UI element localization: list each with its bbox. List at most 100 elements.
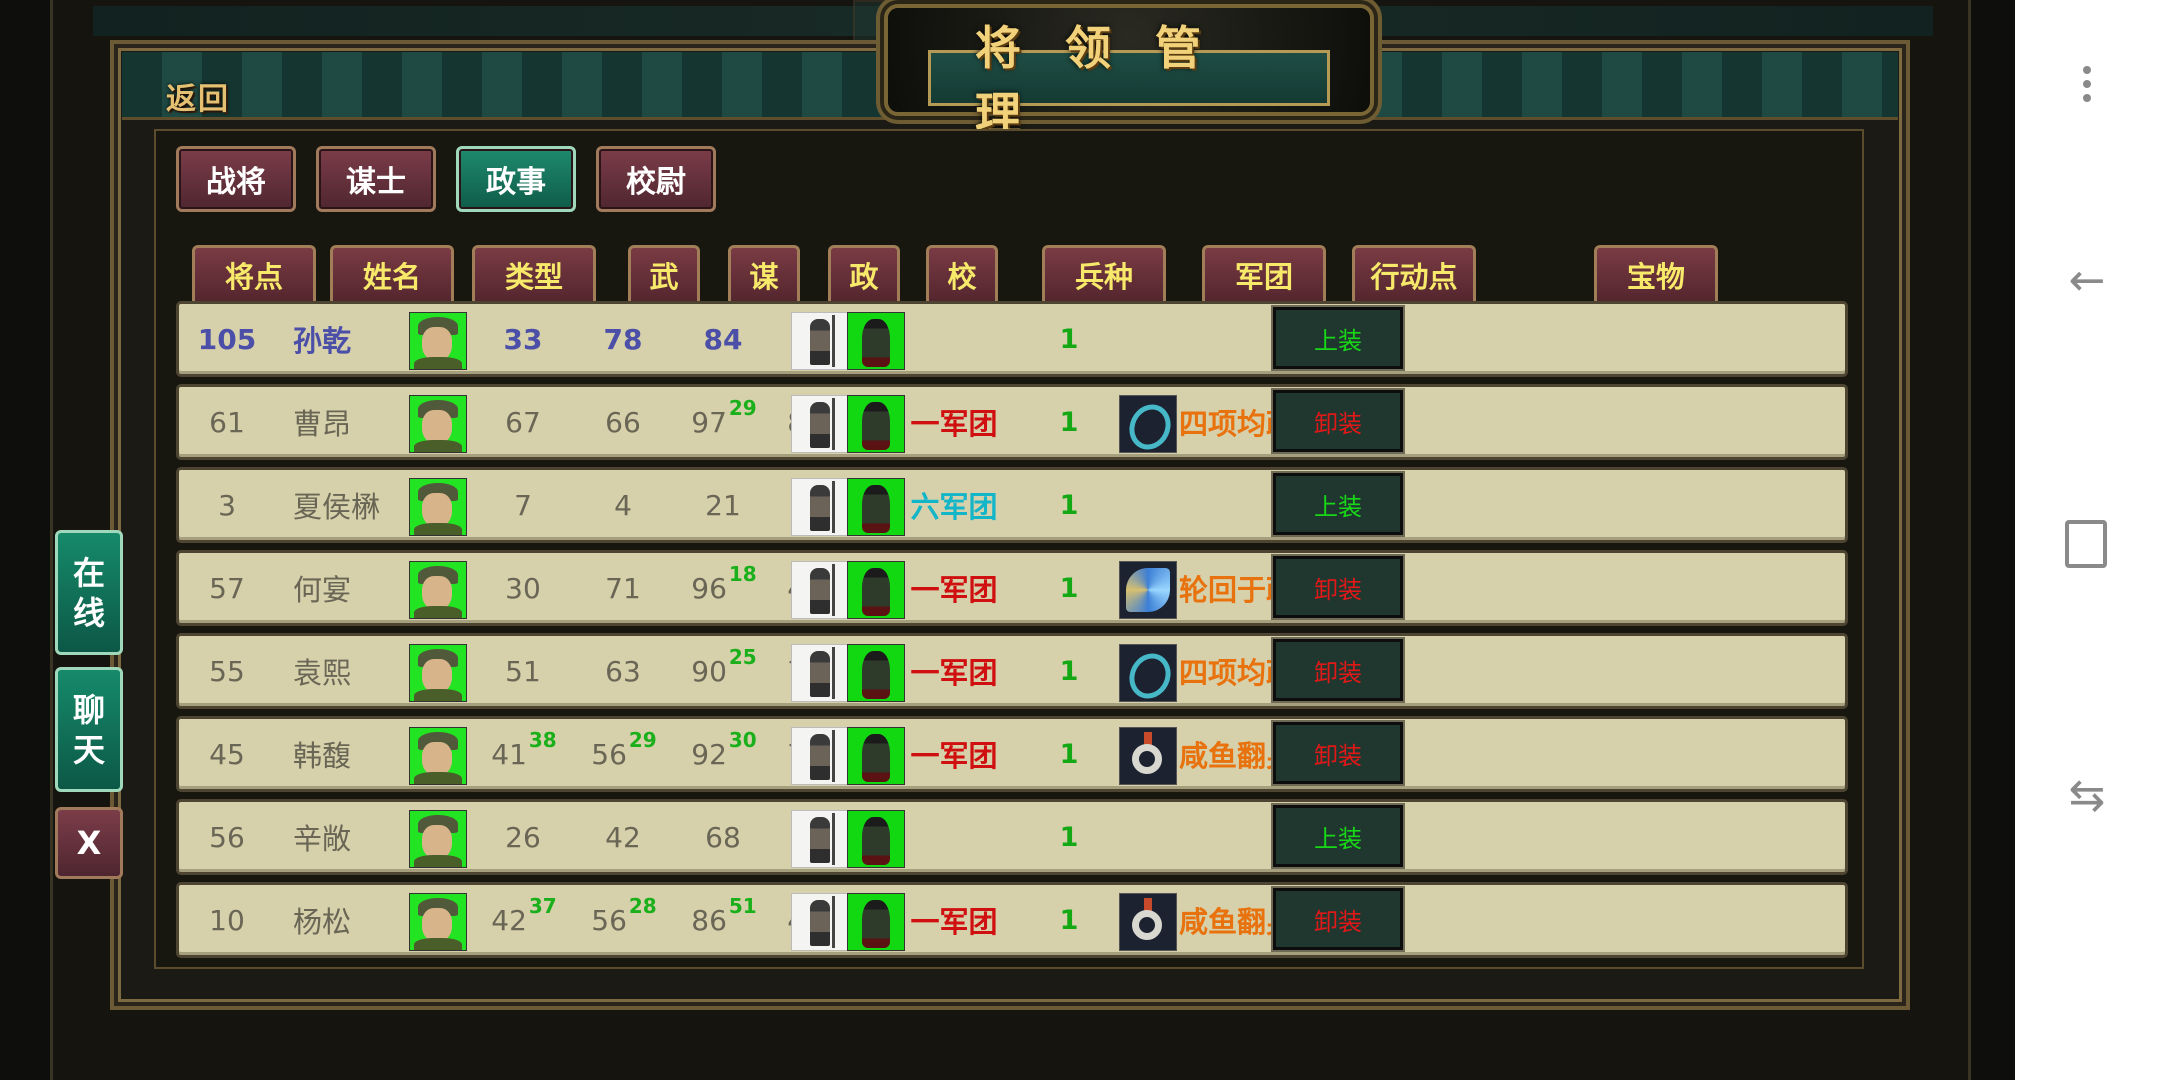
stat-mou: 71 — [579, 553, 669, 623]
general-points: 55 — [209, 654, 245, 688]
general-name: 杨松 — [293, 905, 352, 939]
stat-mou-value: 56 — [591, 737, 627, 771]
general-corps: 一军团 — [910, 905, 998, 939]
general-portrait[interactable] — [409, 810, 467, 868]
equip-button[interactable]: 上装 — [1271, 305, 1405, 371]
header-xiao[interactable]: 校 — [926, 245, 998, 301]
tab-warrior[interactable]: 战将 — [176, 146, 296, 212]
switch-apps-icon[interactable]: ⇆ — [2065, 770, 2109, 821]
unequip-button[interactable]: 卸装 — [1271, 554, 1405, 620]
infantry-unit-icon[interactable] — [791, 893, 849, 951]
stat-zheng-value: 96 — [691, 571, 727, 605]
stat-zheng-value: 90 — [691, 654, 727, 688]
stat-wu: 67 — [479, 387, 569, 457]
infantry-unit-icon[interactable] — [791, 727, 849, 785]
general-portrait[interactable] — [409, 478, 467, 536]
general-name: 何宴 — [293, 573, 352, 607]
infantry-unit-icon[interactable] — [791, 561, 849, 619]
general-portrait[interactable] — [409, 644, 467, 702]
general-portrait[interactable] — [409, 893, 467, 951]
back-button[interactable]: 返回 — [166, 74, 251, 117]
wing-icon[interactable] — [1119, 561, 1177, 619]
menu-dots-icon[interactable] — [2065, 60, 2109, 108]
general-corps — [889, 802, 1019, 872]
header-action-points[interactable]: 行动点 — [1352, 245, 1476, 301]
unequip-button[interactable]: 卸装 — [1271, 886, 1405, 952]
stat-zheng: 84 — [679, 304, 769, 374]
infantry-unit-icon[interactable] — [791, 810, 849, 868]
general-action-points: 1 — [1059, 655, 1079, 687]
general-portrait[interactable] — [409, 561, 467, 619]
stat-mou-value: 78 — [603, 322, 643, 356]
recent-apps-icon[interactable] — [2065, 520, 2107, 568]
stat-wu: 33 — [479, 304, 569, 374]
stat-wu-bonus: 37 — [528, 894, 557, 918]
general-row[interactable]: 45韩馥4138562992307515一军团1咸鱼翻身卸装 — [176, 716, 1848, 792]
tab-strategist[interactable]: 谋士 — [316, 146, 436, 212]
jade-icon[interactable] — [1119, 893, 1177, 951]
header-troops[interactable]: 兵种 — [1042, 245, 1166, 301]
header-zheng[interactable]: 政 — [828, 245, 900, 301]
general-row[interactable]: 57何宴307196184739一军团1轮回于政卸装 — [176, 550, 1848, 626]
infantry-unit-icon[interactable] — [791, 395, 849, 453]
header-mou[interactable]: 谋 — [728, 245, 800, 301]
general-name: 韩馥 — [293, 739, 352, 773]
stat-mou-value: 56 — [591, 903, 627, 937]
general-row[interactable]: 55袁熙516390257713一军团1四项均政卸装 — [176, 633, 1848, 709]
tab-captain[interactable]: 校尉 — [596, 146, 716, 212]
header-corps[interactable]: 军团 — [1202, 245, 1326, 301]
general-row[interactable]: 10杨松4237562886514237一军团1咸鱼翻身卸装 — [176, 882, 1848, 958]
unequip-button[interactable]: 卸装 — [1271, 720, 1405, 786]
stat-wu: 26 — [479, 802, 569, 872]
general-corps — [889, 304, 1019, 374]
online-button-label: 在线 — [72, 553, 105, 632]
unequip-button[interactable]: 卸装 — [1271, 637, 1405, 703]
stat-mou: 78 — [579, 304, 669, 374]
equip-button[interactable]: 上装 — [1271, 803, 1405, 869]
tab-politics[interactable]: 政事 — [456, 146, 576, 212]
infantry-unit-icon[interactable] — [791, 644, 849, 702]
android-nav-bar: ← ⇆ — [2015, 0, 2160, 1080]
stat-wu: 41 38 — [479, 719, 569, 789]
header-points[interactable]: 将点 — [192, 245, 316, 301]
online-button[interactable]: 在线 — [55, 530, 123, 655]
jade-icon[interactable] — [1119, 727, 1177, 785]
stat-zheng: 90 25 — [679, 636, 769, 706]
stat-wu: 7 — [479, 470, 569, 540]
back-arrow-icon[interactable]: ← — [2065, 255, 2109, 306]
stat-wu: 42 37 — [479, 885, 569, 955]
header-treasure[interactable]: 宝物 — [1594, 245, 1718, 301]
header-name[interactable]: 姓名 — [330, 245, 454, 301]
general-points: 105 — [197, 322, 257, 356]
stat-mou-value: 71 — [605, 571, 641, 605]
general-row[interactable]: 56辛敞264268671上装 — [176, 799, 1848, 875]
stat-wu-value: 41 — [491, 737, 527, 771]
general-action-points: 1 — [1059, 489, 1079, 521]
chat-button[interactable]: 聊天 — [55, 667, 123, 792]
stat-mou-bonus: 29 — [628, 728, 657, 752]
stat-zheng: 92 30 — [679, 719, 769, 789]
general-name: 曹昂 — [293, 407, 352, 441]
general-corps: 六军团 — [910, 490, 998, 524]
infantry-unit-icon[interactable] — [791, 312, 849, 370]
general-row[interactable]: 3夏侯楙74212六军团1上装 — [176, 467, 1848, 543]
equip-button[interactable]: 上装 — [1271, 471, 1405, 537]
title-banner: 将领管理 — [928, 21, 1330, 141]
general-portrait[interactable] — [409, 395, 467, 453]
general-points: 57 — [209, 571, 245, 605]
stat-mou: 56 29 — [579, 719, 669, 789]
stat-mou-value: 63 — [605, 654, 641, 688]
close-button[interactable]: X — [55, 807, 123, 879]
header-type[interactable]: 类型 — [472, 245, 596, 301]
infantry-unit-icon[interactable] — [791, 478, 849, 536]
general-row[interactable]: 105孙乾337884841上装 — [176, 301, 1848, 377]
general-action-points: 1 — [1059, 738, 1079, 770]
general-portrait[interactable] — [409, 727, 467, 785]
general-portrait[interactable] — [409, 312, 467, 370]
header-wu[interactable]: 武 — [628, 245, 700, 301]
ring-icon[interactable] — [1119, 644, 1177, 702]
ring-icon[interactable] — [1119, 395, 1177, 453]
stat-zheng-bonus: 29 — [728, 396, 757, 420]
general-row[interactable]: 61曹昂676697298215一军团1四项均政卸装 — [176, 384, 1848, 460]
unequip-button[interactable]: 卸装 — [1271, 388, 1405, 454]
